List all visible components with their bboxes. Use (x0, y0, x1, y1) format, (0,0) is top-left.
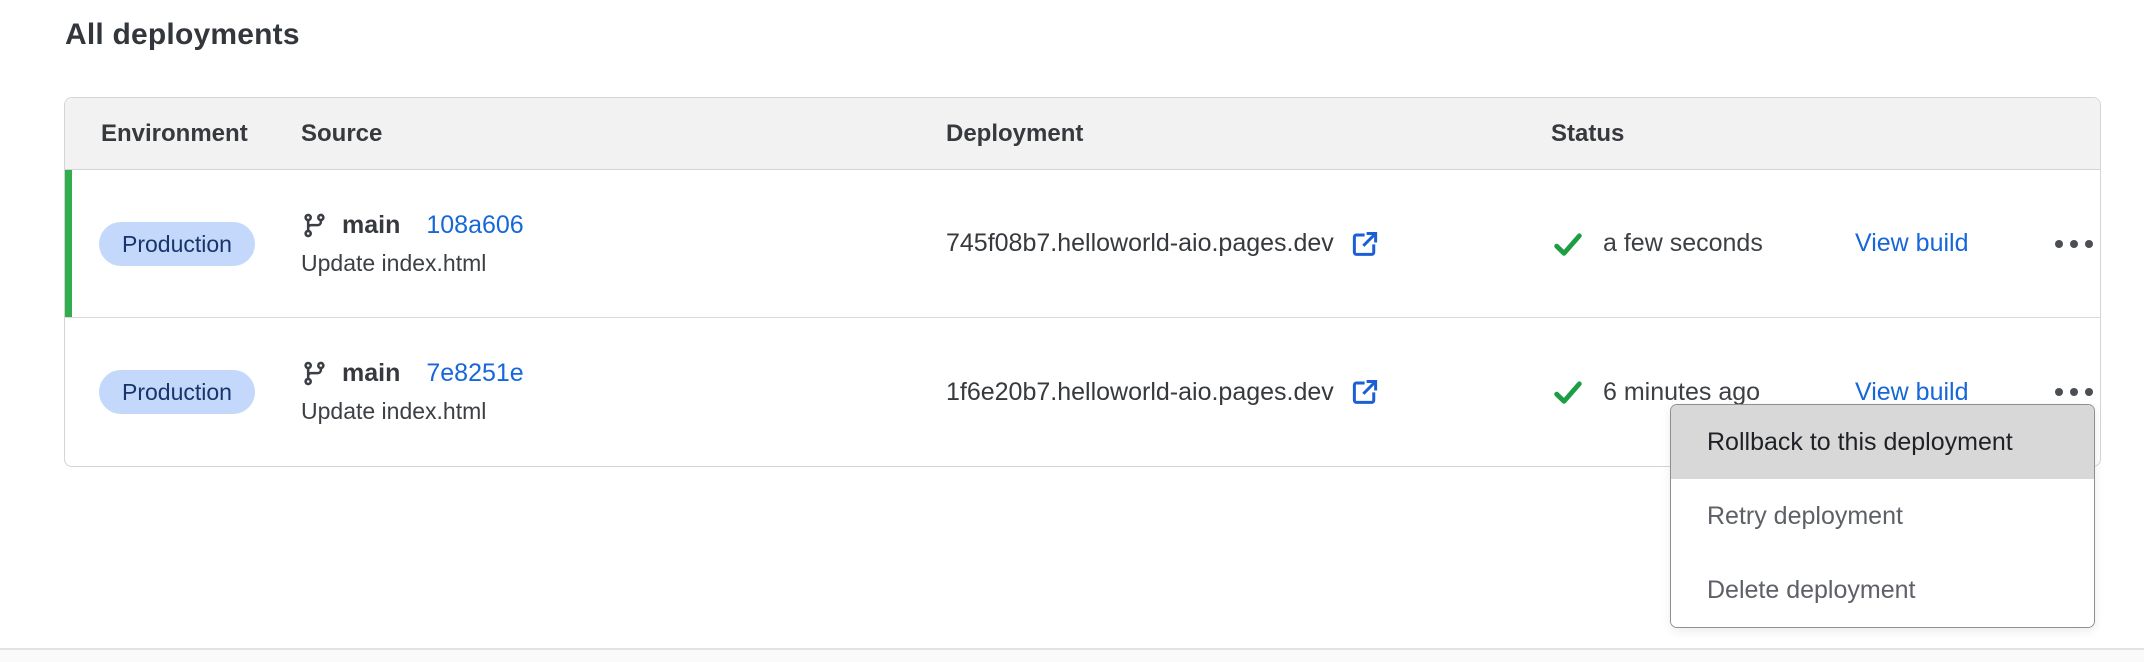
deployment-url: 1f6e20b7.helloworld-aio.pages.dev (946, 378, 1334, 407)
deployment-cell: 1f6e20b7.helloworld-aio.pages.dev (946, 377, 1551, 407)
view-build-link[interactable]: View build (1855, 229, 1969, 257)
status-time: a few seconds (1603, 229, 1763, 258)
menu-item-retry[interactable]: Retry deployment (1671, 479, 2094, 553)
page-title: All deployments (65, 18, 300, 52)
branch-name: main (342, 211, 400, 240)
view-build-cell: View build (1855, 229, 2045, 258)
status-time: 6 minutes ago (1603, 378, 1760, 407)
check-icon (1551, 227, 1585, 261)
commit-link[interactable]: 7e8251e (426, 359, 523, 388)
commit-message: Update index.html (301, 398, 946, 425)
row-menu-cell (2045, 226, 2103, 262)
deployment-url: 745f08b7.helloworld-aio.pages.dev (946, 229, 1334, 258)
current-deployment-indicator (65, 170, 72, 317)
menu-item-rollback[interactable]: Rollback to this deployment (1671, 405, 2094, 479)
commit-message: Update index.html (301, 250, 946, 277)
source-cell: main 108a606 Update index.html (301, 211, 946, 277)
branch-name: main (342, 359, 400, 388)
status-cell: a few seconds (1551, 227, 1855, 261)
view-build-cell: View build (1855, 378, 2045, 407)
ellipsis-menu-icon[interactable] (2045, 226, 2103, 262)
column-header-environment: Environment (65, 120, 301, 148)
commit-link[interactable]: 108a606 (426, 211, 523, 240)
git-branch-icon (301, 212, 328, 239)
git-branch-icon (301, 360, 328, 387)
external-link-icon[interactable] (1350, 377, 1380, 407)
column-header-source: Source (301, 120, 946, 148)
menu-item-delete[interactable]: Delete deployment (1671, 553, 2094, 627)
view-build-link[interactable]: View build (1855, 378, 1969, 406)
check-icon (1551, 375, 1585, 409)
table-header-row: Environment Source Deployment Status (65, 98, 2100, 170)
deployment-cell: 745f08b7.helloworld-aio.pages.dev (946, 229, 1551, 259)
column-header-status: Status (1551, 120, 2100, 148)
environment-badge: Production (99, 370, 255, 414)
environment-badge: Production (99, 222, 255, 266)
source-cell: main 7e8251e Update index.html (301, 359, 946, 425)
external-link-icon[interactable] (1350, 229, 1380, 259)
table-row: Production main 108a606 Update index.htm… (65, 170, 2100, 318)
deployment-context-menu: Rollback to this deployment Retry deploy… (1670, 404, 2095, 628)
environment-cell: Production (65, 370, 301, 414)
column-header-deployment: Deployment (946, 120, 1551, 148)
section-divider (0, 648, 2144, 662)
deployments-page: All deployments Environment Source Deplo… (0, 0, 2144, 662)
environment-cell: Production (65, 222, 301, 266)
